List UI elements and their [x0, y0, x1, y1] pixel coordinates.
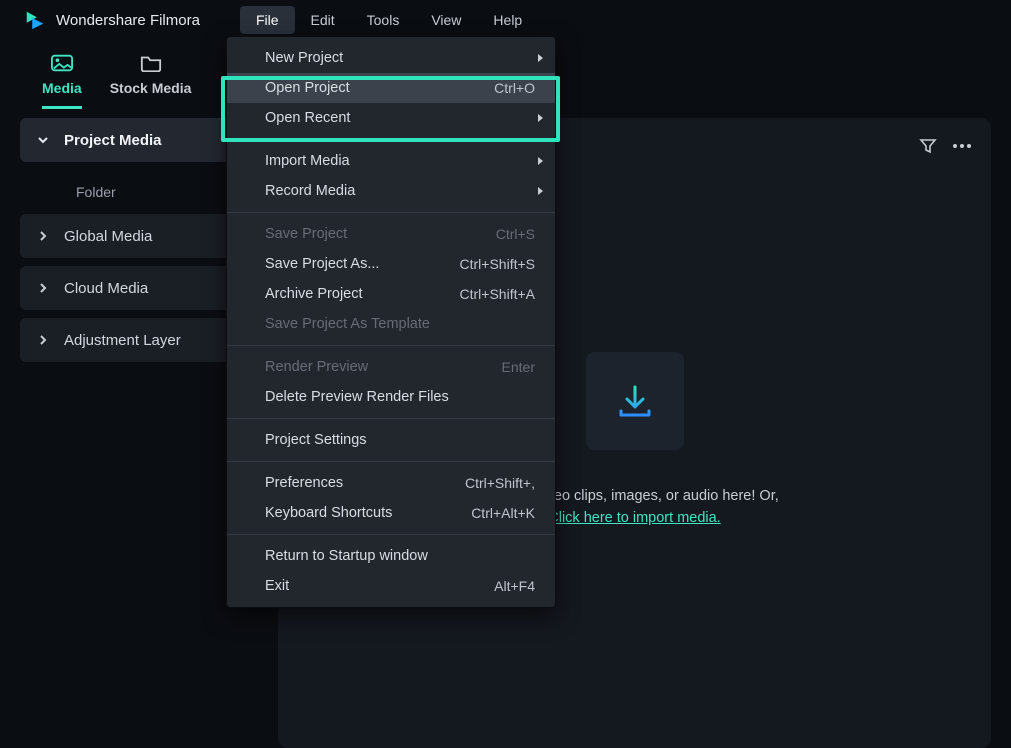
fm-delete-renders[interactable]: Delete Preview Render Files: [227, 382, 555, 412]
fm-shortcut: Ctrl+Alt+K: [471, 505, 535, 521]
menu-edit[interactable]: Edit: [295, 6, 351, 34]
sidebar-item-label: Adjustment Layer: [64, 332, 181, 349]
menu-file[interactable]: File: [240, 6, 295, 34]
chevron-down-icon: [36, 133, 50, 147]
image-icon: [51, 54, 73, 72]
sidebar-sub-folder[interactable]: Folder: [20, 170, 260, 214]
tab-media[interactable]: Media: [42, 54, 82, 109]
titlebar: Wondershare Filmora File Edit Tools View…: [0, 0, 1011, 40]
menu-separator: [227, 418, 555, 419]
filter-icon[interactable]: [917, 135, 939, 157]
fm-shortcut: Ctrl+O: [494, 80, 535, 96]
tab-label: Media: [42, 80, 82, 96]
fm-save-project-as[interactable]: Save Project As... Ctrl+Shift+S: [227, 249, 555, 279]
fm-label: Import Media: [265, 153, 350, 169]
menu-view[interactable]: View: [415, 6, 477, 34]
fm-label: Render Preview: [265, 359, 368, 375]
fm-exit[interactable]: Exit Alt+F4: [227, 571, 555, 601]
fm-project-settings[interactable]: Project Settings: [227, 425, 555, 455]
fm-label: Project Settings: [265, 432, 367, 448]
chevron-right-icon: [36, 333, 50, 347]
sidebar-item-global-media[interactable]: Global Media: [20, 214, 260, 258]
sidebar: Project Media Folder Global Media Cloud …: [20, 118, 260, 748]
sidebar-item-cloud-media[interactable]: Cloud Media: [20, 266, 260, 310]
fm-label: Open Project: [265, 80, 350, 96]
fm-shortcut: Enter: [502, 359, 535, 375]
chevron-right-icon: [36, 229, 50, 243]
submenu-arrow-icon: [538, 54, 543, 62]
fm-label: New Project: [265, 50, 343, 66]
fm-label: Open Recent: [265, 110, 350, 126]
tab-label: Stock Media: [110, 80, 192, 96]
fm-import-media[interactable]: Import Media: [227, 146, 555, 176]
fm-archive-project[interactable]: Archive Project Ctrl+Shift+A: [227, 279, 555, 309]
fm-label: Preferences: [265, 475, 343, 491]
file-menu: New Project Open Project Ctrl+O Open Rec…: [226, 36, 556, 608]
app-title: Wondershare Filmora: [56, 12, 200, 29]
fm-label: Exit: [265, 578, 289, 594]
menu-help[interactable]: Help: [477, 6, 538, 34]
folder-icon: [140, 54, 162, 72]
fm-open-project[interactable]: Open Project Ctrl+O: [227, 73, 555, 103]
fm-shortcut: Ctrl+S: [496, 226, 535, 242]
fm-record-media[interactable]: Record Media: [227, 176, 555, 206]
menu-separator: [227, 461, 555, 462]
fm-shortcut: Ctrl+Shift+,: [465, 475, 535, 491]
tab-stock-media[interactable]: Stock Media: [110, 54, 192, 106]
sidebar-item-project-media[interactable]: Project Media: [20, 118, 260, 162]
sidebar-item-label: Project Media: [64, 132, 162, 149]
fm-preferences[interactable]: Preferences Ctrl+Shift+,: [227, 468, 555, 498]
submenu-arrow-icon: [538, 157, 543, 165]
logo-icon: [24, 9, 46, 31]
fm-open-recent[interactable]: Open Recent: [227, 103, 555, 133]
fm-save-template: Save Project As Template: [227, 309, 555, 339]
menubar: File Edit Tools View Help: [240, 6, 538, 34]
import-link[interactable]: Click here to import media.: [548, 510, 720, 526]
fm-new-project[interactable]: New Project: [227, 43, 555, 73]
fm-label: Save Project As...: [265, 256, 379, 272]
submenu-arrow-icon: [538, 187, 543, 195]
download-icon: [611, 377, 659, 425]
menu-separator: [227, 534, 555, 535]
fm-label: Save Project: [265, 226, 347, 242]
sidebar-item-label: Global Media: [64, 228, 152, 245]
menu-tools[interactable]: Tools: [351, 6, 416, 34]
sidebar-item-adjustment-layer[interactable]: Adjustment Layer: [20, 318, 260, 362]
submenu-arrow-icon: [538, 114, 543, 122]
fm-label: Return to Startup window: [265, 548, 428, 564]
menu-separator: [227, 345, 555, 346]
menu-separator: [227, 139, 555, 140]
fm-label: Save Project As Template: [265, 316, 430, 332]
import-media-tile[interactable]: [586, 352, 684, 450]
fm-startup[interactable]: Return to Startup window: [227, 541, 555, 571]
fm-shortcut: Alt+F4: [494, 578, 535, 594]
chevron-right-icon: [36, 281, 50, 295]
fm-render-preview: Render Preview Enter: [227, 352, 555, 382]
fm-label: Record Media: [265, 183, 355, 199]
fm-label: Archive Project: [265, 286, 363, 302]
fm-keyboard-shortcuts[interactable]: Keyboard Shortcuts Ctrl+Alt+K: [227, 498, 555, 528]
drop-line1: ideo clips, images, or audio here! Or,: [543, 488, 779, 504]
sidebar-item-label: Cloud Media: [64, 280, 148, 297]
fm-shortcut: Ctrl+Shift+S: [460, 256, 535, 272]
menu-separator: [227, 212, 555, 213]
fm-shortcut: Ctrl+Shift+A: [460, 286, 535, 302]
more-icon[interactable]: [951, 135, 973, 157]
fm-label: Keyboard Shortcuts: [265, 505, 392, 521]
fm-save-project: Save Project Ctrl+S: [227, 219, 555, 249]
fm-label: Delete Preview Render Files: [265, 389, 449, 405]
